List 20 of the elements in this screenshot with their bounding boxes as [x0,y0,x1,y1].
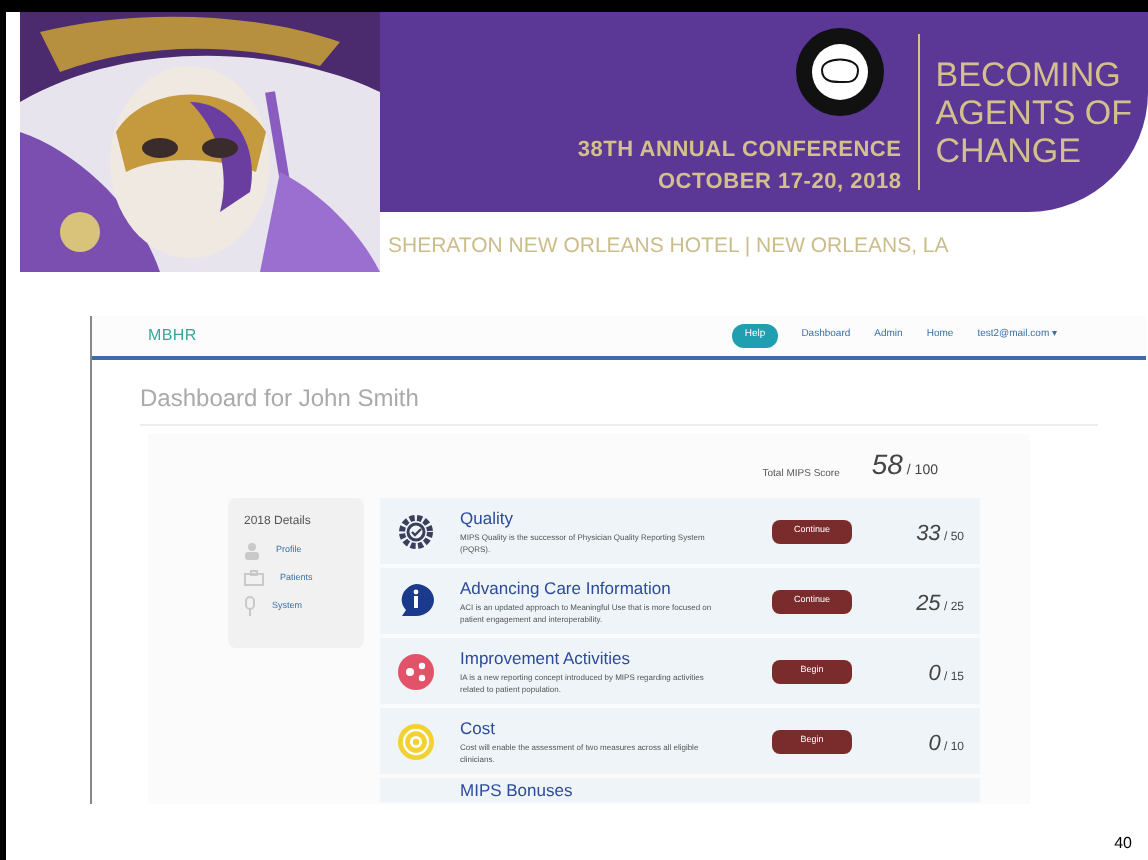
category-title: Cost [460,716,497,742]
share-icon [396,651,436,691]
target-icon [396,721,436,761]
gear-icon [396,511,436,551]
person-icon [244,542,260,560]
plug-icon [244,596,256,616]
info-bubble-icon [396,581,436,621]
conference-dates: OCTOBER 17-20, 2018 [657,168,902,198]
page-number: 40 [1114,832,1132,856]
venue-text: SHERATON NEW ORLEANS HOTEL | NEW ORLEANS, LA [386,232,951,262]
page-title: Dashboard for John Smith [140,380,1098,426]
briefcase-icon [244,570,264,586]
theme-title: BECOMING AGENTS OF CHANGE [935,55,1132,169]
seal-icon [793,25,886,117]
category-title: Quality [460,506,515,532]
conference-title: 38TH ANNUAL CONFERENCE [577,135,902,165]
category-title: Advancing Care Information [460,576,673,602]
logo: MBHR [148,324,197,348]
category-title: MIPS Bonuses [460,778,575,804]
category-title: Improvement Activities [460,646,633,672]
